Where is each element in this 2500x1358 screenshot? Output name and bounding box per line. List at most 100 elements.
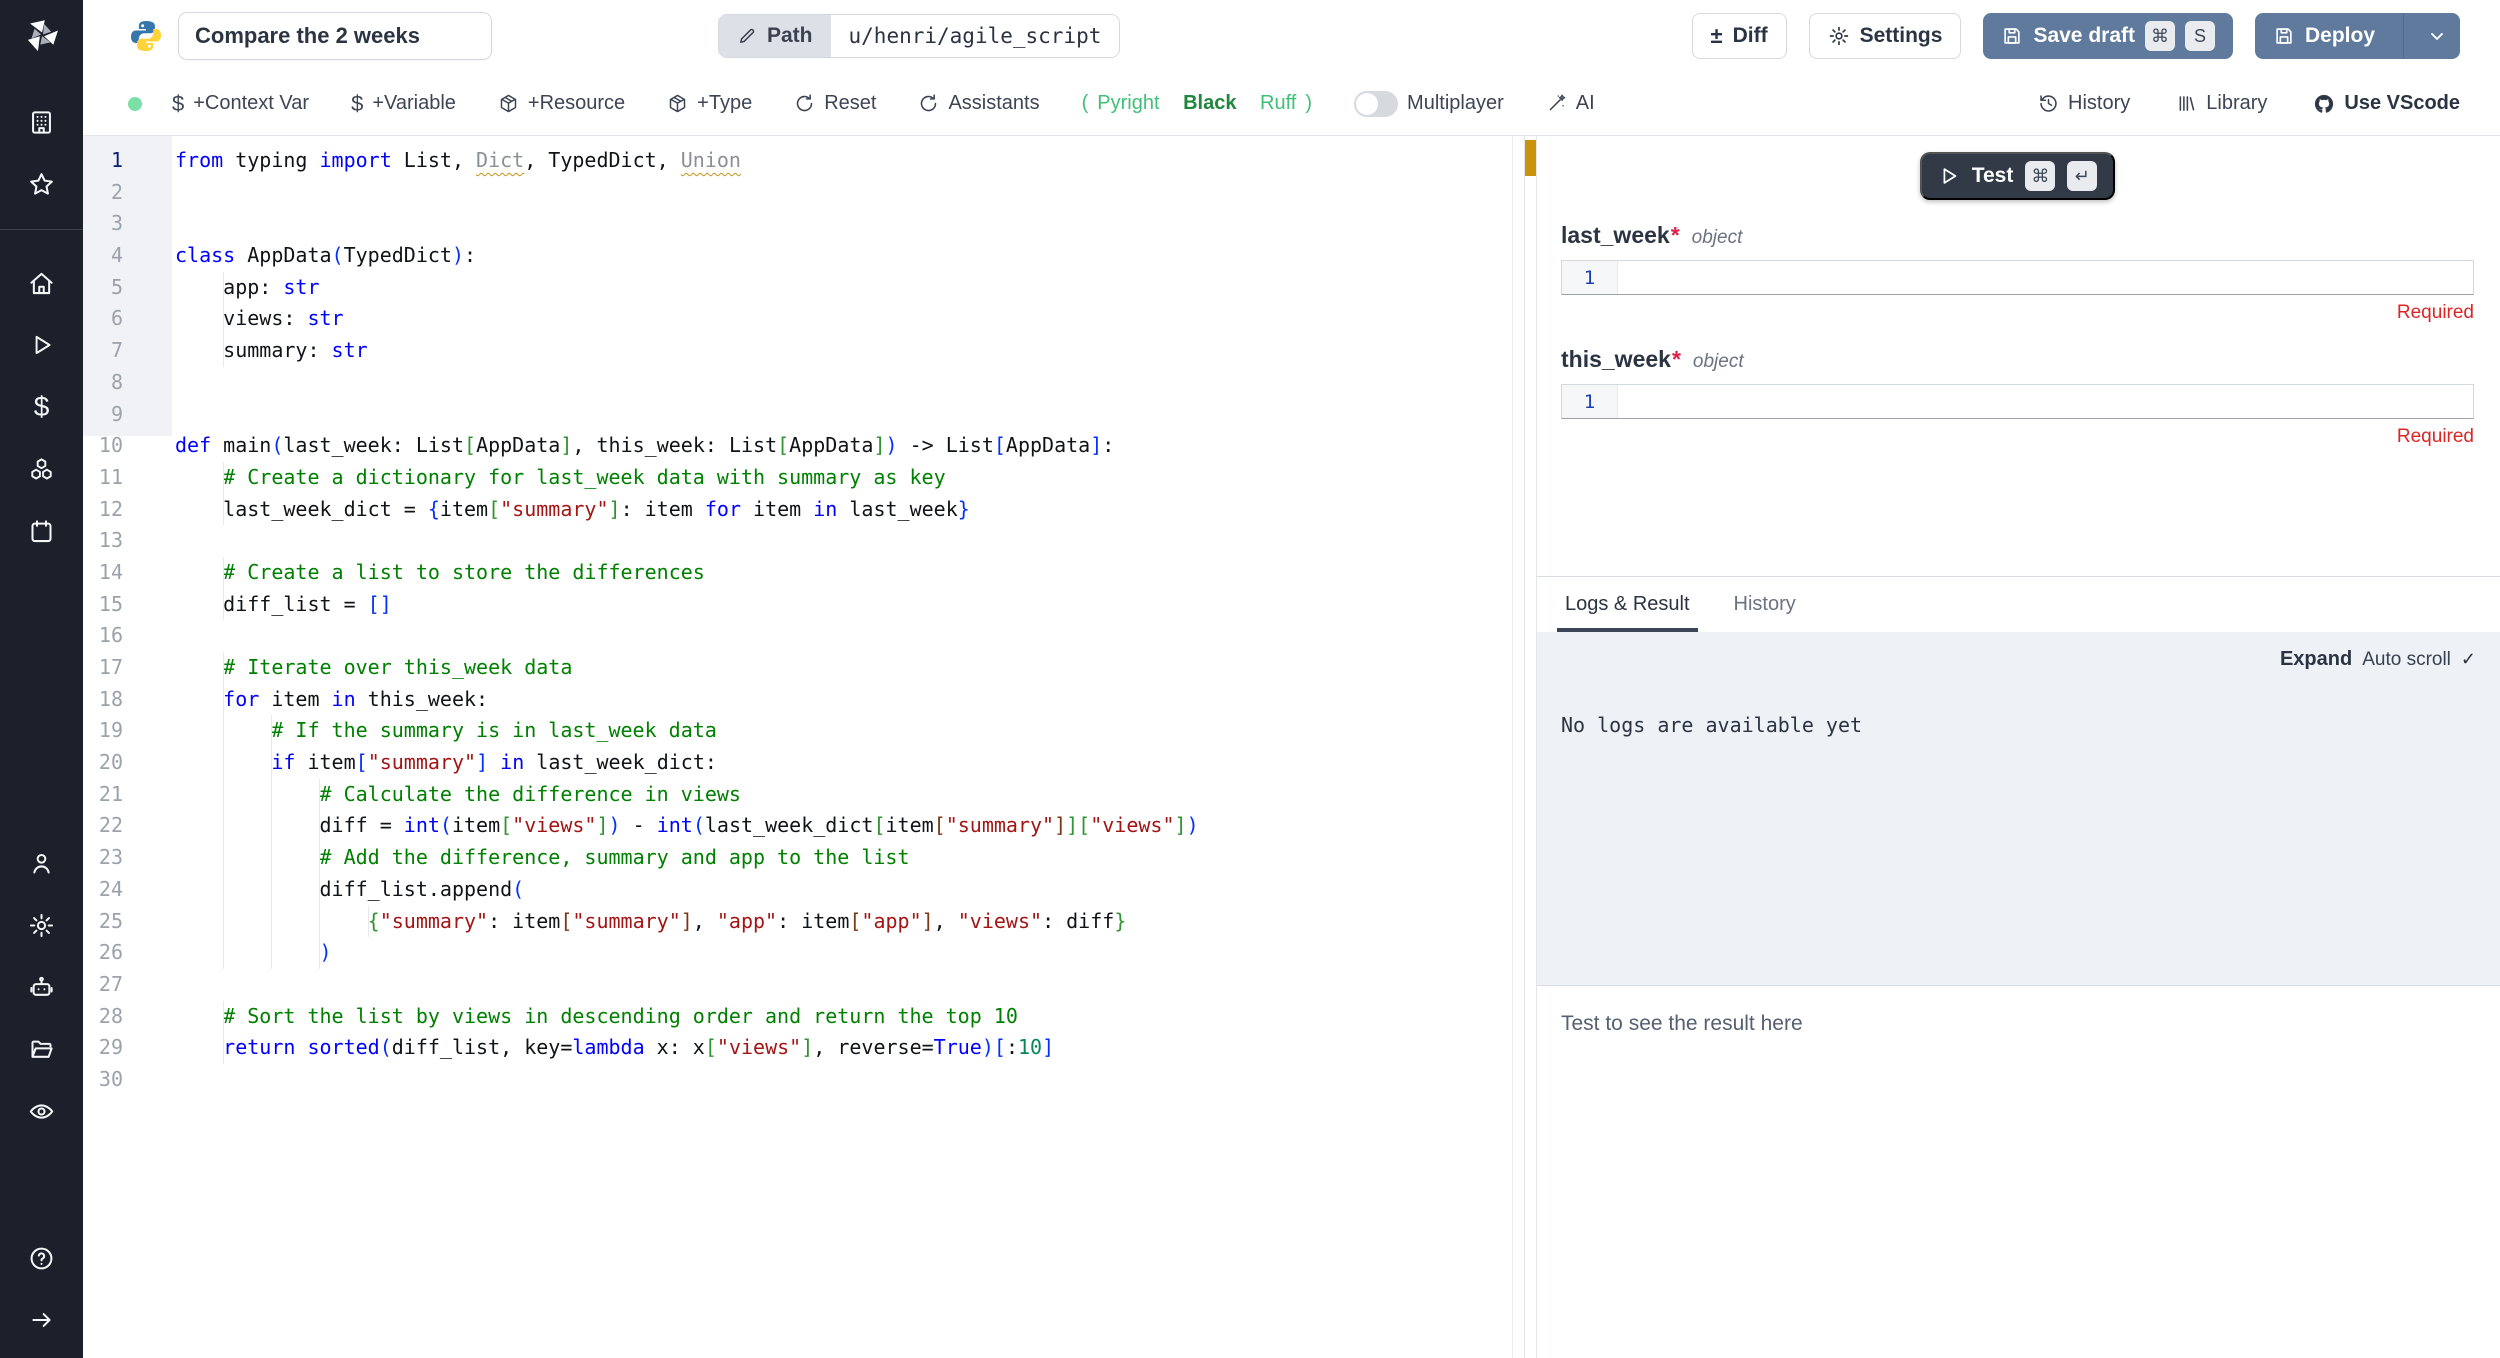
code-line[interactable]: 30 bbox=[83, 1064, 1512, 1096]
result-placeholder: Test to see the result here bbox=[1561, 1012, 2476, 1036]
editor-scrollbar-track[interactable] bbox=[1512, 136, 1524, 1358]
code-line-content[interactable]: # Sort the list by views in descending o… bbox=[175, 1001, 1018, 1033]
help-icon[interactable] bbox=[20, 1236, 64, 1280]
add-resource-button[interactable]: +Resource bbox=[498, 92, 625, 115]
arg-input-last-week[interactable]: 1 bbox=[1561, 260, 2474, 295]
code-line[interactable]: 8 bbox=[83, 367, 1512, 399]
add-context-var-button[interactable]: $ +Context Var bbox=[172, 91, 309, 117]
code-line[interactable]: 12 last_week_dict = {item["summary"]: it… bbox=[83, 494, 1512, 526]
variables-dollar-icon[interactable]: $ bbox=[20, 385, 64, 429]
workspace-building-icon[interactable] bbox=[20, 100, 64, 144]
settings-button[interactable]: Settings bbox=[1809, 13, 1962, 59]
code-line-content[interactable]: def main(last_week: List[AppData], this_… bbox=[175, 430, 1114, 462]
code-line[interactable]: 19 # If the summary is in last_week data bbox=[83, 715, 1512, 747]
favorites-star-icon[interactable] bbox=[20, 162, 64, 206]
code-line-content[interactable]: for item in this_week: bbox=[175, 684, 488, 716]
code-line[interactable]: 26 ) bbox=[83, 937, 1512, 969]
code-line-content[interactable]: diff_list = [] bbox=[175, 589, 392, 621]
add-variable-button[interactable]: $ +Variable bbox=[351, 91, 456, 117]
deploy-button[interactable]: Deploy bbox=[2255, 13, 2460, 59]
workers-robot-icon[interactable] bbox=[20, 965, 64, 1009]
code-line[interactable]: 28 # Sort the list by views in descendin… bbox=[83, 1001, 1512, 1033]
code-line[interactable]: 9 bbox=[83, 399, 1512, 431]
code-line-content[interactable]: # Create a list to store the differences bbox=[175, 557, 705, 589]
diff-button[interactable]: ± Diff bbox=[1692, 13, 1787, 59]
schedules-calendar-icon[interactable] bbox=[20, 509, 64, 553]
code-line[interactable]: 11 # Create a dictionary for last_week d… bbox=[83, 462, 1512, 494]
code-line[interactable]: 1from typing import List, Dict, TypedDic… bbox=[83, 145, 1512, 177]
autoscroll-toggle[interactable]: Auto scroll bbox=[2362, 649, 2451, 671]
users-person-icon[interactable] bbox=[20, 841, 64, 885]
tab-history[interactable]: History bbox=[1726, 577, 1804, 632]
code-line-content[interactable]: ) bbox=[175, 937, 332, 969]
code-line-content[interactable]: summary: str bbox=[175, 335, 368, 367]
code-line-content[interactable]: {"summary": item["summary"], "app": item… bbox=[175, 906, 1126, 938]
code-line[interactable]: 18 for item in this_week: bbox=[83, 684, 1512, 716]
script-title-input[interactable]: Compare the 2 weeks bbox=[178, 12, 492, 60]
code-line[interactable]: 27 bbox=[83, 969, 1512, 1001]
path-edit-button[interactable]: Path bbox=[719, 15, 831, 57]
code-line[interactable]: 14 # Create a list to store the differen… bbox=[83, 557, 1512, 589]
multiplayer-item: Multiplayer bbox=[1354, 91, 1504, 117]
deploy-dropdown-button[interactable] bbox=[2414, 26, 2460, 46]
code-line[interactable]: 22 diff = int(item["views"]) - int(last_… bbox=[83, 810, 1512, 842]
code-line[interactable]: 23 # Add the difference, summary and app… bbox=[83, 842, 1512, 874]
line-number: 5 bbox=[83, 272, 123, 304]
use-vscode-button[interactable]: Use VScode bbox=[2313, 92, 2460, 115]
library-button[interactable]: Library bbox=[2176, 92, 2267, 115]
code-line[interactable]: 16 bbox=[83, 620, 1512, 652]
code-line[interactable]: 24 diff_list.append( bbox=[83, 874, 1512, 906]
path-chip[interactable]: Path u/henri/agile_script bbox=[718, 14, 1120, 58]
code-line-content[interactable]: app: str bbox=[175, 272, 320, 304]
code-line-content[interactable]: last_week_dict = {item["summary"]: item … bbox=[175, 494, 970, 526]
reset-button[interactable]: Reset bbox=[794, 92, 876, 115]
folders-icon[interactable] bbox=[20, 1027, 64, 1071]
code-line-content[interactable]: return sorted(diff_list, key=lambda x: x… bbox=[175, 1032, 1054, 1064]
code-line[interactable]: 20 if item["summary"] in last_week_dict: bbox=[83, 747, 1512, 779]
windmill-logo-icon[interactable] bbox=[21, 14, 63, 61]
code-line-content[interactable]: diff = int(item["views"]) - int(last_wee… bbox=[175, 810, 1199, 842]
code-line-content[interactable]: # If the summary is in last_week data bbox=[175, 715, 717, 747]
code-editor[interactable]: 1from typing import List, Dict, TypedDic… bbox=[83, 136, 1512, 1358]
code-line[interactable]: 2 bbox=[83, 177, 1512, 209]
ai-button[interactable]: AI bbox=[1546, 92, 1595, 115]
code-line[interactable]: 3 bbox=[83, 208, 1512, 240]
assistants-button[interactable]: Assistants bbox=[918, 92, 1039, 115]
code-line-content[interactable]: # Iterate over this_week data bbox=[175, 652, 572, 684]
code-line-content[interactable]: from typing import List, Dict, TypedDict… bbox=[175, 145, 741, 177]
code-line[interactable]: 21 # Calculate the difference in views bbox=[83, 779, 1512, 811]
code-line-content[interactable]: if item["summary"] in last_week_dict: bbox=[175, 747, 717, 779]
audit-eye-icon[interactable] bbox=[20, 1089, 64, 1133]
resources-boxes-icon[interactable] bbox=[20, 447, 64, 491]
panel-splitter[interactable] bbox=[1524, 136, 1537, 1358]
code-line-content[interactable]: class AppData(TypedDict): bbox=[175, 240, 476, 272]
add-type-button[interactable]: +Type bbox=[667, 92, 752, 115]
code-line-content[interactable]: # Create a dictionary for last_week data… bbox=[175, 462, 946, 494]
code-line[interactable]: 4class AppData(TypedDict): bbox=[83, 240, 1512, 272]
code-line-content[interactable]: # Calculate the difference in views bbox=[175, 779, 741, 811]
code-line[interactable]: 10def main(last_week: List[AppData], thi… bbox=[83, 430, 1512, 462]
code-line[interactable]: 25 {"summary": item["summary"], "app": i… bbox=[83, 906, 1512, 938]
code-line[interactable]: 7 summary: str bbox=[83, 335, 1512, 367]
tab-logs-result[interactable]: Logs & Result bbox=[1557, 577, 1698, 632]
code-line[interactable]: 15 diff_list = [] bbox=[83, 589, 1512, 621]
runs-play-icon[interactable] bbox=[20, 323, 64, 367]
lint-status[interactable]: (Pyright Black Ruff) bbox=[1082, 92, 1312, 115]
code-line[interactable]: 29 return sorted(diff_list, key=lambda x… bbox=[83, 1032, 1512, 1064]
code-line-content[interactable]: # Add the difference, summary and app to… bbox=[175, 842, 910, 874]
history-button[interactable]: History bbox=[2038, 92, 2130, 115]
code-line-content[interactable]: views: str bbox=[175, 303, 344, 335]
settings-gear-icon[interactable] bbox=[20, 903, 64, 947]
expand-button[interactable]: Expand bbox=[2280, 648, 2352, 671]
home-icon[interactable] bbox=[20, 261, 64, 305]
code-line[interactable]: 13 bbox=[83, 525, 1512, 557]
arg-input-this-week[interactable]: 1 bbox=[1561, 384, 2474, 419]
code-line[interactable]: 17 # Iterate over this_week data bbox=[83, 652, 1512, 684]
multiplayer-toggle[interactable] bbox=[1354, 91, 1398, 117]
code-line-content[interactable]: diff_list.append( bbox=[175, 874, 524, 906]
code-line[interactable]: 5 app: str bbox=[83, 272, 1512, 304]
test-button[interactable]: Test ⌘ ↵ bbox=[1920, 152, 2116, 200]
save-draft-button[interactable]: Save draft ⌘ S bbox=[1983, 13, 2233, 59]
collapse-arrow-right-icon[interactable] bbox=[20, 1298, 64, 1342]
code-line[interactable]: 6 views: str bbox=[83, 303, 1512, 335]
